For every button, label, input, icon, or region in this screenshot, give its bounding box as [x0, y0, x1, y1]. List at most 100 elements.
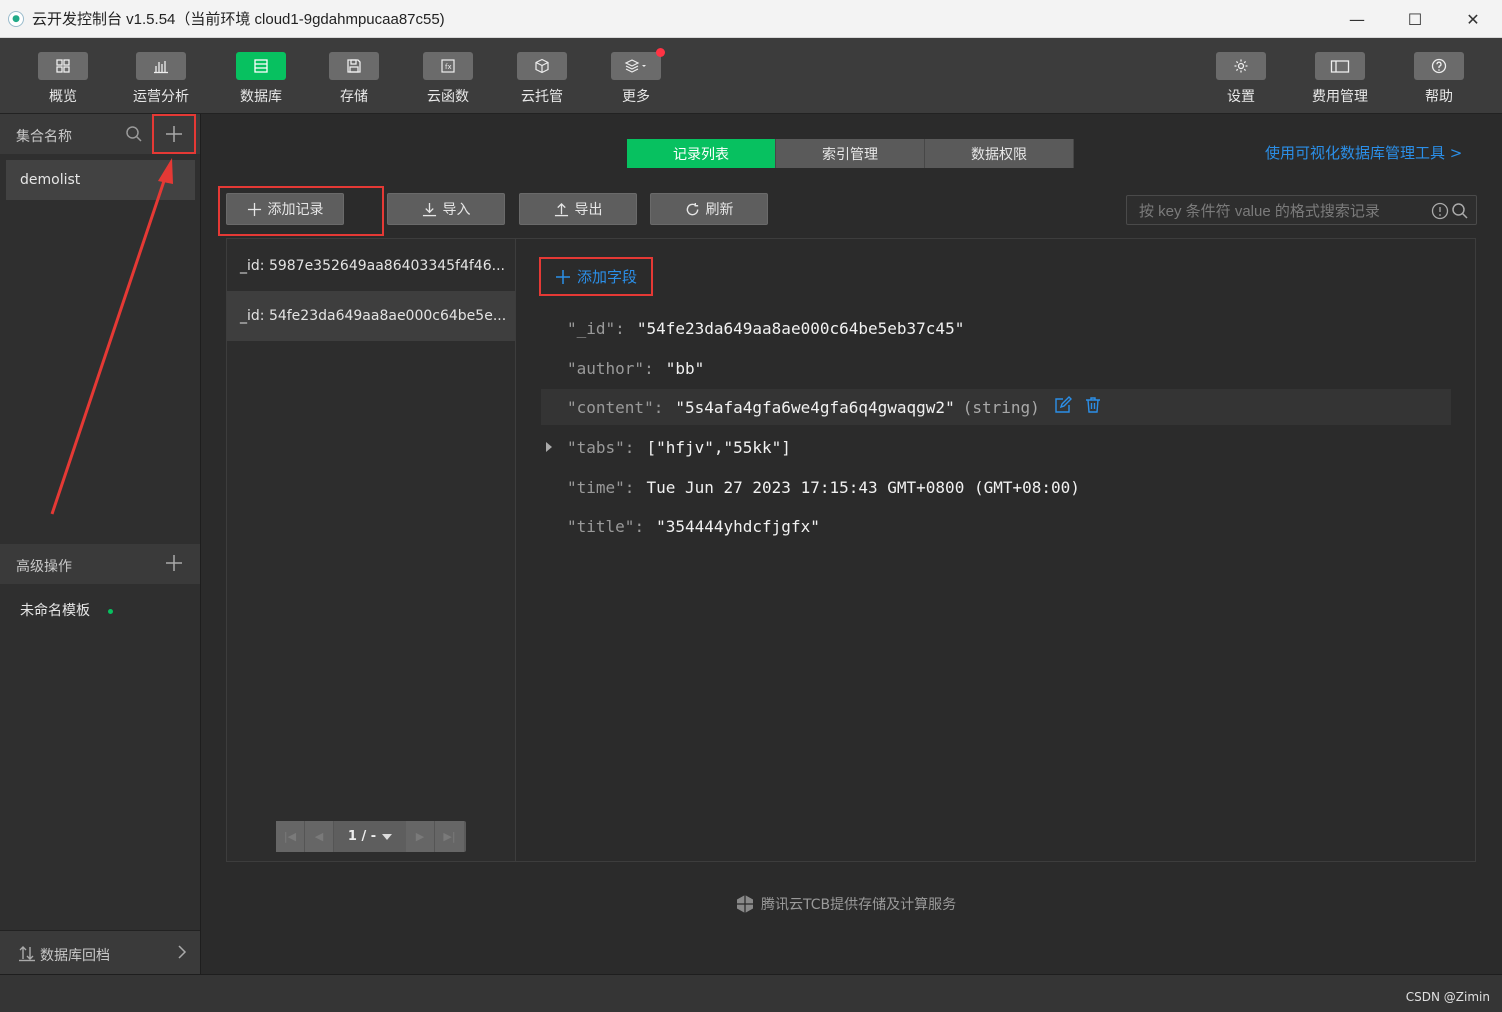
add-record-button[interactable]: 添加记录 — [226, 193, 344, 225]
toolbar-label: 数据库 — [240, 89, 282, 105]
notification-dot — [656, 48, 665, 57]
add-field-button[interactable]: 添加字段 — [539, 257, 653, 296]
minimize-button[interactable]: — — [1328, 0, 1386, 38]
database-icon — [236, 52, 286, 80]
field-row[interactable]: "tabs": ["hfjv","55kk"] — [541, 429, 1451, 465]
field-key: "time" — [567, 477, 625, 497]
main-content: 记录列表 索引管理 数据权限 使用可视化数据库管理工具 > 添加记录 导入 导出… — [201, 114, 1502, 974]
last-page-button[interactable]: ▶| — [435, 821, 464, 852]
prev-page-button[interactable]: ◀ — [305, 821, 334, 852]
main-toolbar: 概览 运营分析 数据库 存储 fx 云函数 云托管 更多 设置 费用管理 帮助 — [0, 38, 1502, 114]
field-colon: : — [634, 516, 645, 536]
plus-icon — [166, 126, 182, 142]
toolbar-label: 更多 — [622, 89, 650, 105]
footer-text: 腾讯云TCB提供存储及计算服务 — [761, 897, 957, 913]
function-icon: fx — [423, 52, 473, 80]
field-row[interactable]: "title": "354444yhdcfjgfx" — [541, 508, 1451, 544]
plus-icon — [555, 269, 570, 284]
collection-name: demolist — [20, 172, 81, 188]
field-value: "54fe23da649aa8ae000c64be5eb37c45" — [636, 318, 965, 338]
tab-index-management[interactable]: 索引管理 — [776, 139, 925, 168]
tab-data-permissions[interactable]: 数据权限 — [925, 139, 1074, 168]
svg-text:fx: fx — [445, 63, 452, 71]
toolbar-functions[interactable]: fx 云函数 — [408, 52, 488, 106]
upload-icon — [554, 202, 568, 216]
record-detail: 添加字段 "_id": "54fe23da649aa8ae000c64be5eb3… — [517, 239, 1475, 861]
field-row-hovered[interactable]: "content": "5s4afa4gfa6we4gfa6q4gwaqgw2" (… — [541, 389, 1451, 425]
bar-chart-icon — [136, 52, 186, 80]
import-label: 导入 — [442, 202, 471, 218]
expand-triangle-icon[interactable] — [546, 442, 552, 452]
field-colon: : — [644, 358, 654, 378]
info-icon[interactable] — [1431, 202, 1449, 224]
advanced-header: 高级操作 — [0, 544, 200, 584]
toolbar-more[interactable]: 更多 — [596, 48, 676, 106]
database-rollback-button[interactable]: 数据库回档 — [0, 930, 200, 974]
watermark: CSDN @Zimin — [1405, 990, 1490, 1004]
edit-icon[interactable] — [1054, 396, 1072, 418]
visual-db-tool-link[interactable]: 使用可视化数据库管理工具 > — [1265, 142, 1462, 163]
field-value: "5s4afa4gfa6we4gfa6q4gwaqgw2" — [675, 397, 955, 417]
toolbar-hosting[interactable]: 云托管 — [502, 52, 582, 106]
record-item[interactable]: _id: 5987e352649aa86403345f4f46... — [227, 241, 515, 291]
template-item[interactable]: 未命名模板 — [20, 600, 90, 620]
field-type: (string) — [962, 397, 1040, 417]
import-button[interactable]: 导入 — [387, 193, 505, 225]
add-collection-button[interactable] — [152, 114, 196, 154]
caret-down-icon — [382, 833, 393, 840]
collections-header: 集合名称 — [0, 114, 200, 154]
toolbar-overview[interactable]: 概览 — [23, 52, 103, 106]
window-title: 云开发控制台 v1.5.54（当前环境 cloud1-9gdahmpucaa87… — [32, 11, 445, 28]
pagination: |◀ ◀ 1 / - ▶ ▶| — [276, 821, 466, 852]
toolbar-billing[interactable]: 费用管理 — [1300, 52, 1380, 106]
toolbar-analytics[interactable]: 运营分析 — [121, 52, 201, 106]
field-key: "tabs" — [567, 437, 625, 457]
title-bar: ● 云开发控制台 v1.5.54（当前环境 cloud1-9gdahmpucaa… — [0, 0, 1502, 38]
add-template-button[interactable] — [164, 553, 184, 577]
add-record-label: 添加记录 — [267, 202, 324, 218]
wallet-icon — [1315, 52, 1365, 80]
help-icon — [1414, 52, 1464, 80]
record-list: _id: 5987e352649aa86403345f4f46... _id: … — [227, 239, 516, 861]
template-status-dot — [108, 609, 113, 614]
records-panel: _id: 5987e352649aa86403345f4f46... _id: … — [226, 238, 1476, 862]
next-page-button[interactable]: ▶ — [406, 821, 435, 852]
chevron-right-icon — [176, 944, 188, 964]
field-value: "354444yhdcfjgfx" — [656, 516, 820, 536]
record-item-selected[interactable]: _id: 54fe23da649aa8ae000c64be5e... — [227, 291, 515, 341]
app-logo-icon: ● — [8, 10, 24, 27]
refresh-button[interactable]: 刷新 — [650, 193, 768, 225]
toolbar-label: 概览 — [49, 89, 77, 105]
search-icon[interactable] — [1451, 202, 1469, 224]
toolbar-storage[interactable]: 存储 — [314, 52, 394, 106]
field-row[interactable]: "author": "bb" — [541, 350, 1451, 386]
collection-item[interactable]: demolist — [6, 160, 195, 200]
toolbar-help[interactable]: 帮助 — [1399, 52, 1479, 106]
rollback-label: 数据库回档 — [40, 948, 110, 964]
download-icon — [422, 202, 436, 216]
field-key: "title" — [567, 516, 635, 536]
maximize-button[interactable]: ☐ — [1386, 0, 1444, 38]
field-key: "content" — [567, 397, 654, 417]
close-button[interactable]: ✕ — [1444, 0, 1502, 38]
toolbar-label: 费用管理 — [1312, 89, 1368, 105]
record-search — [1126, 195, 1477, 225]
toolbar-database[interactable]: 数据库 — [221, 52, 301, 106]
field-row[interactable]: "time": Tue Jun 27 2023 17:15:43 GMT+0800… — [541, 469, 1451, 505]
refresh-icon — [686, 202, 698, 215]
delete-icon[interactable] — [1084, 396, 1102, 418]
field-colon: : — [624, 477, 635, 497]
toolbar-settings[interactable]: 设置 — [1201, 52, 1281, 106]
export-button[interactable]: 导出 — [519, 193, 637, 225]
toolbar-label: 云函数 — [427, 89, 469, 105]
tab-record-list[interactable]: 记录列表 — [627, 139, 776, 168]
search-input[interactable] — [1139, 201, 1419, 221]
advanced-header-label: 高级操作 — [16, 559, 72, 575]
add-field-label: 添加字段 — [576, 268, 637, 286]
field-row[interactable]: "_id": "54fe23da649aa8ae000c64be5eb37c45" — [541, 310, 1451, 346]
first-page-button[interactable]: |◀ — [276, 821, 305, 852]
search-icon[interactable] — [125, 125, 143, 147]
page-select[interactable]: 1 / - — [334, 821, 406, 852]
field-value: "bb" — [665, 358, 705, 378]
tab-bar: 记录列表 索引管理 数据权限 — [627, 139, 1074, 168]
